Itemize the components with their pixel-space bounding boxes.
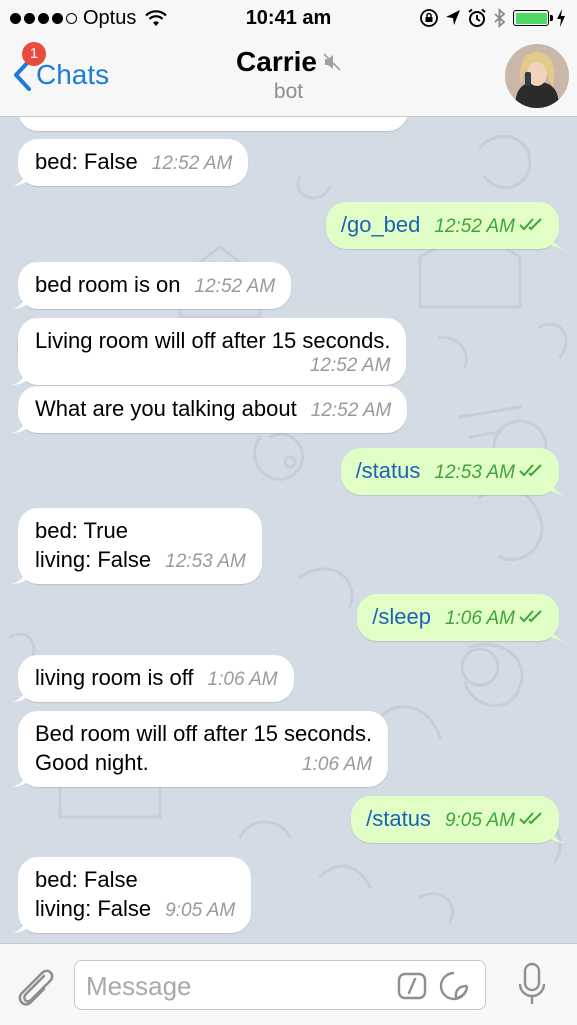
- message-text: bed: True: [35, 518, 128, 543]
- message-time: 1:06 AM: [444, 608, 515, 629]
- message-bubble[interactable]: Bed room will off after 15 seconds. Good…: [12, 711, 389, 787]
- speaker-muted-icon: [323, 53, 341, 71]
- message-bubble[interactable]: living room is off 1:06 AM: [12, 655, 294, 702]
- location-icon: [446, 10, 460, 25]
- contact-title[interactable]: Carrie bot: [0, 46, 577, 104]
- rotation-lock-icon: [420, 9, 438, 27]
- message-text: /status: [366, 806, 431, 831]
- message-time: 12:52 AM: [310, 400, 392, 421]
- message-time: 12:53 AM: [165, 551, 246, 572]
- status-bar: Optus 10:41 am: [0, 0, 577, 38]
- message-text: What are you talking about: [35, 396, 297, 421]
- message-time: 12:52 AM: [151, 153, 233, 174]
- message-bubble-outgoing[interactable]: /sleep 1:06 AM: [357, 594, 565, 641]
- double-check-icon: [519, 464, 542, 477]
- message-text: Living room will off after 15 seconds.: [35, 328, 391, 353]
- message-text: /go_bed: [340, 212, 421, 237]
- double-check-icon: [519, 610, 542, 623]
- status-icons: [419, 8, 567, 28]
- chat-header: Chats 1 Carrie bot: [0, 38, 577, 117]
- battery-icon: [513, 10, 553, 26]
- message-time: 9:05 AM: [165, 900, 236, 921]
- message-time: 1:06 AM: [207, 669, 278, 690]
- message-bubble-outgoing[interactable]: /status 9:05 AM: [351, 796, 565, 843]
- alarm-icon: [468, 8, 486, 27]
- bot-command-icon[interactable]: [397, 972, 427, 1000]
- message-bubble[interactable]: bed: False 12:52 AM: [12, 139, 249, 186]
- sticker-icon[interactable]: [439, 971, 469, 1001]
- message-text: living: False: [35, 896, 152, 921]
- message-bubble-outgoing[interactable]: /status 12:53 AM: [340, 448, 565, 495]
- message-time: 12:52 AM: [309, 355, 391, 376]
- message-bubble[interactable]: Living room will off after 15 seconds. 1…: [12, 318, 407, 385]
- charging-icon: [557, 9, 565, 27]
- message-time: 9:05 AM: [444, 810, 515, 831]
- message-time: 12:52 AM: [434, 216, 515, 237]
- paperclip-icon[interactable]: [14, 964, 56, 1008]
- message-bubble[interactable]: bed: False living: False 9:05 AM: [12, 857, 252, 933]
- message-bubble-partial[interactable]: [18, 117, 408, 131]
- message-text: /sleep: [372, 604, 431, 629]
- double-check-icon: [519, 218, 542, 231]
- message-text: bed: False: [35, 149, 138, 174]
- message-bubble[interactable]: bed: True living: False 12:53 AM: [12, 508, 262, 584]
- avatar[interactable]: [505, 44, 569, 108]
- message-text: living: False: [35, 547, 152, 572]
- message-time: 1:06 AM: [302, 754, 373, 775]
- contact-subtitle: bot: [273, 80, 304, 103]
- message-time: 12:52 AM: [194, 276, 276, 297]
- message-text: bed: False: [35, 867, 138, 892]
- message-bubble[interactable]: bed room is on 12:52 AM: [12, 262, 292, 309]
- composer-bar: [0, 943, 577, 1025]
- message-time: 12:53 AM: [434, 462, 515, 483]
- contact-photo: [505, 44, 569, 108]
- message-list[interactable]: bed: False 12:52 AM /go_bed 12:52 AM bed…: [0, 117, 577, 943]
- message-bubble-outgoing[interactable]: /go_bed 12:52 AM: [325, 202, 565, 249]
- microphone-icon[interactable]: [518, 962, 546, 1008]
- message-text: /status: [355, 458, 421, 483]
- bluetooth-icon: [494, 8, 506, 28]
- message-field[interactable]: [74, 960, 486, 1010]
- message-text: Good night.: [35, 750, 149, 775]
- message-input[interactable]: [84, 970, 388, 1003]
- message-text: bed room is on: [35, 272, 181, 297]
- contact-name[interactable]: Carrie: [236, 46, 317, 78]
- message-text: Bed room will off after 15 seconds.: [35, 721, 373, 746]
- double-check-icon: [519, 812, 542, 825]
- message-text: living room is off: [35, 665, 194, 690]
- message-bubble[interactable]: What are you talking about 12:52 AM: [12, 386, 408, 433]
